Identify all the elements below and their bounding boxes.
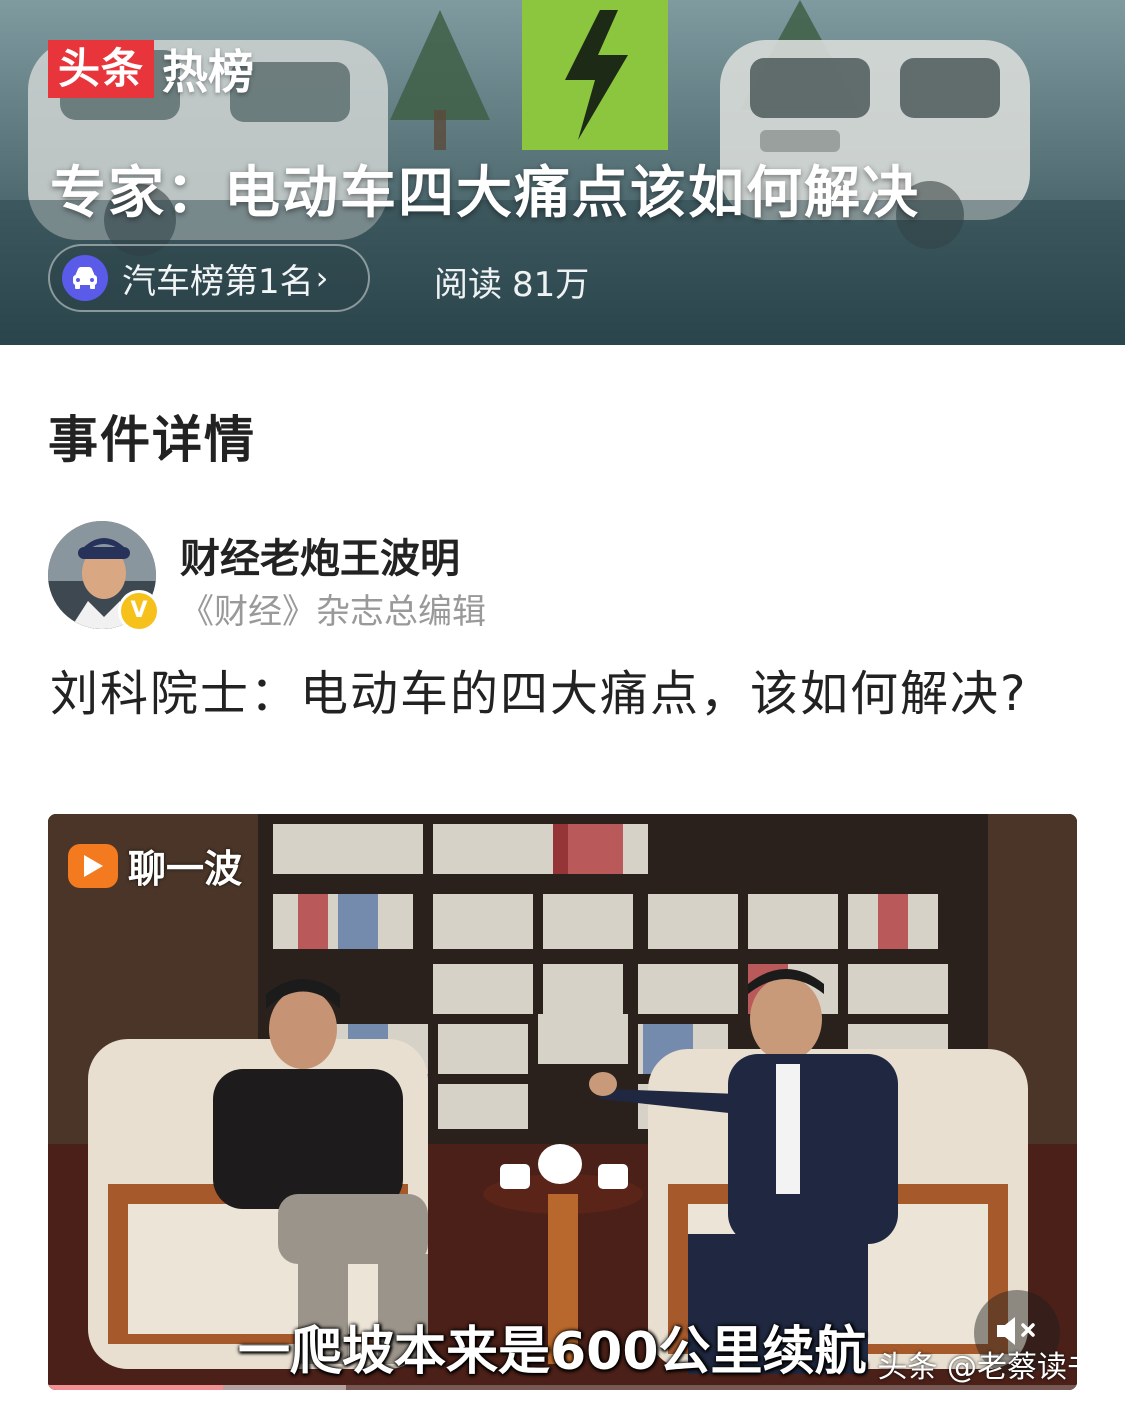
read-count-value: 81万 [512,265,590,305]
verified-badge-icon: V [118,590,160,632]
video-subtitle: 一爬坡本来是600公里续航 [238,1322,867,1382]
channel-logo: 聊一波 [68,838,242,893]
rank-badge-button[interactable]: 汽车榜第1名 › [48,244,370,312]
video-frame [48,814,1077,1390]
hot-topic-headline: 专家：电动车四大痛点该如何解决 [50,161,920,226]
read-count: 阅读 81万 [434,257,589,306]
video-buffer-bar [48,1385,347,1390]
toutiao-hot-list-logo: 头条 热榜 [48,40,254,99]
author-name[interactable]: 财经老炮王波明 [180,526,460,584]
channel-name: 聊一波 [128,847,243,891]
post-title[interactable]: 刘科院士：电动车的四大痛点，该如何解决? [50,656,1050,732]
video-progress-bar[interactable] [48,1385,1077,1390]
author-description: 《财经》杂志总编辑 [180,592,486,632]
brand-hot-list: 热榜 [162,45,255,99]
brand-toutiao: 头条 [48,40,155,98]
chevron-right-icon: › [315,259,329,297]
play-icon [68,843,118,888]
video-player[interactable]: 聊一波 一爬坡本来是600公里续航 头条 @老蔡读书 [48,814,1077,1390]
hot-list-banner: 头条 热榜 专家：电动车四大痛点该如何解决 汽车榜第1名 › 阅读 81万 [0,0,1125,345]
read-count-label: 阅读 [434,265,502,305]
rank-label: 汽车榜第1名 [122,261,314,302]
watermark: 头条 @老蔡读书 [877,1350,1077,1385]
car-icon [62,255,108,301]
event-details-heading: 事件详情 [48,411,256,469]
